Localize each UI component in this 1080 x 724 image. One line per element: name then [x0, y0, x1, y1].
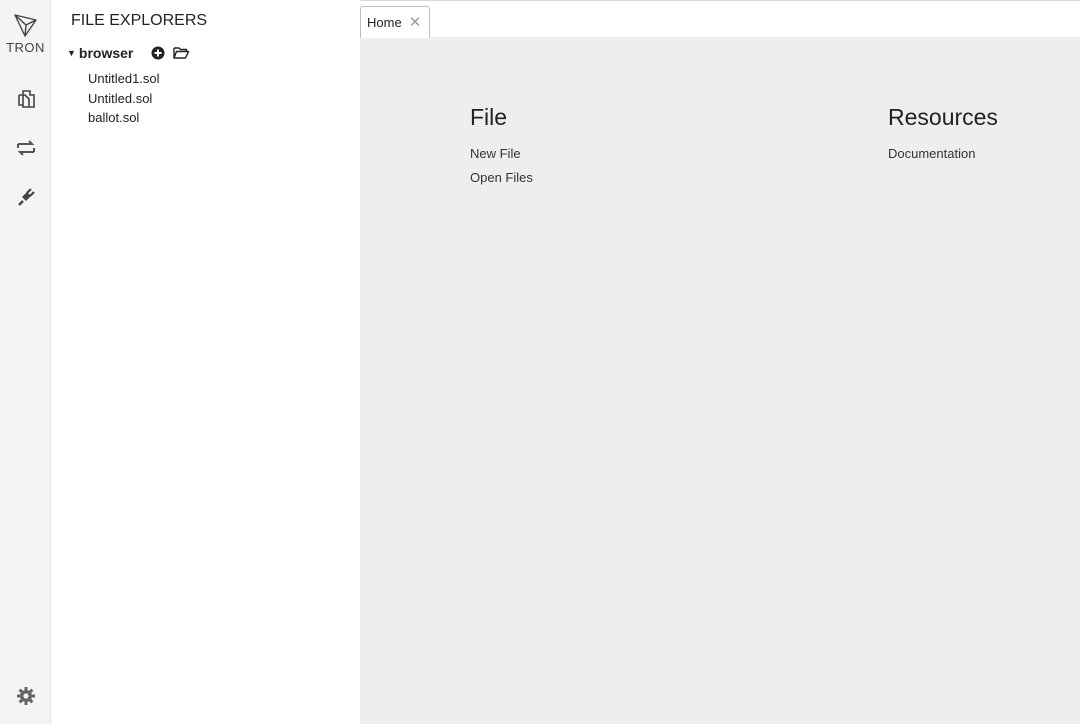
tree-root-label: browser	[78, 45, 134, 61]
gear-icon[interactable]	[16, 686, 36, 711]
file-section-title: File	[470, 104, 508, 130]
close-icon[interactable]: ✕	[409, 15, 422, 30]
explorer-title: FILE EXPLORERS	[71, 12, 208, 29]
resources-section: Resources Documentation	[888, 104, 998, 166]
new-file-link[interactable]: New File	[470, 142, 533, 166]
file-explorer-icon[interactable]	[12, 85, 40, 113]
main-area: Home ✕ File New File Open Files Resource…	[360, 0, 1080, 724]
compile-icon[interactable]	[12, 134, 40, 162]
tron-logo-icon	[13, 14, 37, 37]
resources-section-title: Resources	[888, 104, 998, 130]
open-folder-icon[interactable]	[173, 46, 190, 60]
icon-sidebar: TRON	[0, 0, 51, 724]
plugin-icon[interactable]	[12, 183, 40, 211]
tab-bar: Home ✕	[360, 0, 1080, 38]
file-section: File New File Open Files	[470, 104, 533, 190]
open-files-link[interactable]: Open Files	[470, 166, 533, 190]
tab-label: Home	[367, 15, 402, 30]
logo-text: TRON	[6, 40, 45, 55]
file-list: Untitled1.sol Untitled.sol ballot.sol	[88, 69, 160, 128]
file-item[interactable]: Untitled.sol	[88, 89, 160, 109]
tree-actions	[151, 46, 198, 60]
tron-logo[interactable]: TRON	[0, 12, 51, 55]
tab-home[interactable]: Home ✕	[360, 6, 430, 38]
caret-down-icon[interactable]: ▼	[67, 48, 76, 58]
file-item[interactable]: Untitled1.sol	[88, 69, 160, 89]
file-item[interactable]: ballot.sol	[88, 108, 160, 128]
file-explorer-panel: FILE EXPLORERS ▼ browser Untitled1.sol U…	[51, 0, 360, 724]
tree-root-browser[interactable]: ▼ browser	[67, 45, 198, 61]
app-root: TRON FILE EXPLORERS ▼ browser Untitled1.…	[0, 0, 1080, 724]
documentation-link[interactable]: Documentation	[888, 142, 998, 166]
add-file-icon[interactable]	[151, 46, 165, 60]
